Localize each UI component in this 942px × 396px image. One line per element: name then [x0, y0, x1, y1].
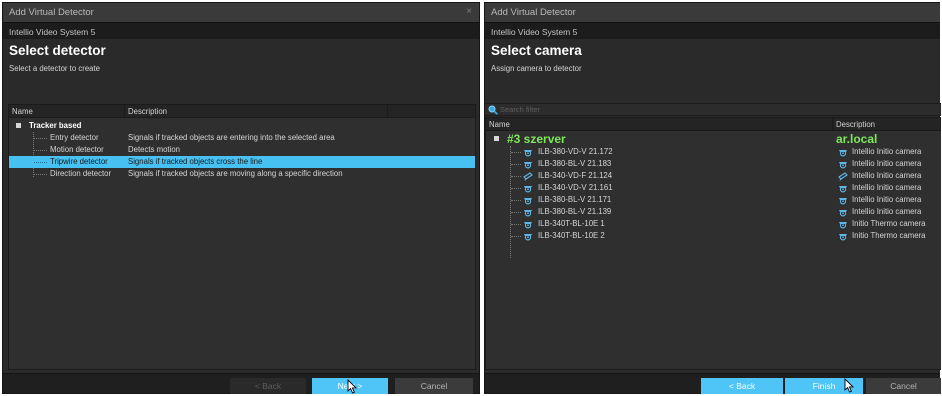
group-label: #3 szerver: [507, 132, 566, 146]
title-bar: Add Virtual Detector ×: [3, 3, 479, 22]
camera-description: Intellio Initio camera: [852, 183, 922, 192]
cancel-button[interactable]: Cancel: [395, 378, 473, 394]
camera-name: ILB-380-BL-V 21.183: [538, 159, 612, 168]
camera-name: ILB-340-VD-V 21.161: [538, 183, 613, 192]
detector-name: Direction detector: [50, 169, 112, 178]
list-item-direction-detector[interactable]: Direction detector Signals if tracked ob…: [9, 168, 475, 180]
dialog-footer: < Back Finish Cancel: [485, 373, 941, 394]
search-bar: [485, 103, 941, 116]
collapse-icon[interactable]: [494, 136, 499, 141]
camera-list-item[interactable]: ILB-380-BL-V 21.139 Intellio Initio camer…: [486, 206, 941, 218]
group-description: ar.local: [836, 132, 878, 146]
tree-group-row[interactable]: #3 szerver ar.local: [486, 132, 941, 146]
window-title: Add Virtual Detector: [491, 7, 576, 18]
detector-description: Signals if tracked objects cross the lin…: [128, 157, 263, 166]
list-item-tripwire-detector[interactable]: Tripwire detector Signals if tracked obj…: [9, 156, 475, 168]
list-header: Name Description: [9, 105, 475, 118]
camera-name: ILB-380-BL-V 21.171: [538, 195, 612, 204]
camera-list-item[interactable]: ILB-380-BL-V 21.183 Intellio Initio camer…: [486, 158, 941, 170]
list-item-entry-detector[interactable]: Entry detector Signals if tracked object…: [9, 132, 475, 144]
column-header-name[interactable]: Name: [12, 107, 33, 116]
detector-name: Entry detector: [50, 133, 99, 142]
camera-description: Intellio Initio camera: [852, 147, 922, 156]
page-hint: Assign camera to detector: [491, 64, 582, 73]
select-detector-dialog: Add Virtual Detector × Intellio Video Sy…: [2, 2, 480, 394]
list-header: Name Description: [486, 118, 941, 131]
camera-list-item[interactable]: ILB-340T-BL-10E 1 Initio Thermo camera: [486, 218, 941, 230]
camera-name: ILB-340T-BL-10E 1: [538, 219, 605, 228]
window-title: Add Virtual Detector: [9, 7, 94, 18]
camera-name: ILB-380-VD-V 21.172: [538, 147, 613, 156]
column-header-description[interactable]: Description: [836, 120, 875, 129]
page-title: Select camera: [491, 43, 582, 58]
camera-list-item[interactable]: ILB-340-VD-V 21.161 Intellio Initio camer…: [486, 182, 941, 194]
search-icon[interactable]: [488, 105, 498, 115]
detector-description: Signals if tracked objects are entering …: [128, 133, 335, 142]
dialog-footer: < Back Next > Cancel: [3, 373, 479, 394]
camera-name: ILB-340T-BL-10E 2: [538, 231, 605, 240]
tree-group-row[interactable]: Tracker based: [9, 120, 475, 132]
close-icon[interactable]: ×: [466, 6, 472, 17]
detector-description: Signals if tracked objects are moving al…: [128, 169, 343, 178]
page-hint: Select a detector to create: [9, 64, 101, 73]
page-title: Select detector: [9, 43, 106, 58]
mouse-cursor-icon: [347, 379, 358, 394]
camera-description: Initio Thermo camera: [852, 231, 926, 240]
camera-description: Intellio Initio camera: [852, 195, 922, 204]
mouse-cursor-icon: [844, 378, 855, 393]
back-button[interactable]: < Back: [230, 378, 306, 394]
column-header-name[interactable]: Name: [489, 120, 510, 129]
camera-description: Intellio Initio camera: [852, 159, 922, 168]
detector-list[interactable]: Name Description Tracker based Entry det…: [8, 104, 476, 370]
search-input[interactable]: [500, 104, 700, 115]
title-bar: Add Virtual Detector: [485, 3, 940, 22]
camera-list-item[interactable]: ILB-340-VD-F 21.124 Intellio Initio camer…: [486, 170, 941, 182]
app-subtitle: Intellio Video System 5: [485, 22, 940, 39]
camera-list[interactable]: Name Description #3 szerver ar.local ILB…: [485, 117, 941, 370]
select-camera-dialog: Add Virtual Detector Intellio Video Syst…: [484, 2, 941, 394]
collapse-icon[interactable]: [16, 123, 21, 128]
column-header-description[interactable]: Description: [128, 107, 167, 116]
cancel-button[interactable]: Cancel: [866, 378, 941, 394]
camera-list-item[interactable]: ILB-340T-BL-10E 2 Initio Thermo camera: [486, 230, 941, 242]
back-button[interactable]: < Back: [701, 378, 783, 394]
detector-description: Detects motion: [128, 145, 181, 154]
camera-name: ILB-340-VD-F 21.124: [538, 171, 613, 180]
camera-name: ILB-380-BL-V 21.139: [538, 207, 612, 216]
app-subtitle: Intellio Video System 5: [3, 22, 479, 39]
group-label: Tracker based: [29, 121, 82, 130]
camera-description: Intellio Initio camera: [852, 207, 922, 216]
camera-description: Intellio Initio camera: [852, 171, 922, 180]
detector-name: Motion detector: [50, 145, 104, 154]
detector-name: Tripwire detector: [50, 157, 108, 166]
camera-description: Initio Thermo camera: [852, 219, 926, 228]
camera-list-item[interactable]: ILB-380-BL-V 21.171 Intellio Initio camer…: [486, 194, 941, 206]
list-item-motion-detector[interactable]: Motion detector Detects motion: [9, 144, 475, 156]
camera-list-item[interactable]: ILB-380-VD-V 21.172 Intellio Initio camer…: [486, 146, 941, 158]
